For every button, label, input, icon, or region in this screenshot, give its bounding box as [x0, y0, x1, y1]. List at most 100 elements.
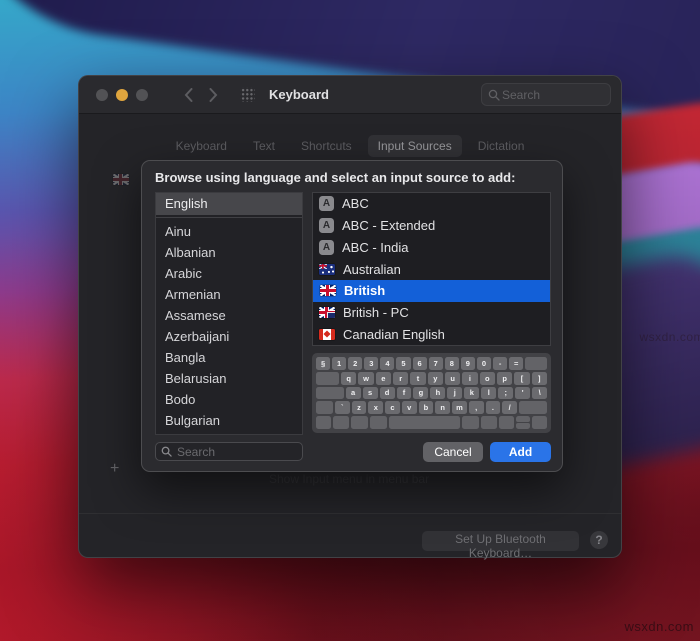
chevron-right-icon [209, 87, 218, 102]
input-source-item-abc-extended[interactable]: A ABC - Extended [313, 215, 550, 237]
keyboard-key [532, 416, 548, 429]
forward-button[interactable] [209, 87, 218, 102]
keyboard-key [316, 386, 344, 400]
language-item-english[interactable]: English [156, 193, 302, 215]
abc-icon: A [319, 239, 334, 255]
cancel-button[interactable]: Cancel [423, 442, 483, 462]
keyboard-key: , [468, 401, 484, 415]
show-all-grid-icon[interactable] [240, 87, 255, 102]
back-button[interactable] [184, 87, 193, 102]
dialog-search-field[interactable] [155, 442, 303, 461]
chevron-left-icon [184, 87, 193, 102]
language-item-arabic[interactable]: Arabic [156, 263, 302, 284]
help-button[interactable]: ? [590, 531, 608, 549]
keyboard-key: o [479, 371, 495, 385]
keyboard-key [519, 401, 548, 415]
language-item-bulgarian[interactable]: Bulgarian [156, 410, 302, 431]
language-item-ainu[interactable]: Ainu [156, 221, 302, 242]
keyboard-key: k [464, 386, 480, 400]
add-button[interactable]: Add [490, 442, 551, 462]
keyboard-key: 5 [396, 357, 411, 370]
keyboard-key: 6 [412, 357, 427, 370]
keyboard-key: e [375, 371, 391, 385]
input-source-item-canadian-english[interactable]: Canadian English [313, 323, 550, 345]
keyboard-row: q w e r t y u i o p[] [316, 371, 547, 385]
input-source-item-abc[interactable]: A ABC [313, 193, 550, 215]
keyboard-key: ; [498, 386, 514, 400]
titlebar-search-field[interactable] [481, 83, 611, 106]
close-button[interactable] [96, 88, 108, 101]
keyboard-key [481, 416, 497, 429]
keyboard-key: v [401, 401, 417, 415]
window-title: Keyboard [269, 87, 329, 102]
search-icon [161, 446, 172, 457]
keyboard-key: - [493, 357, 508, 370]
flag-ca-icon [319, 328, 335, 340]
keyboard-key: 4 [380, 357, 395, 370]
keyboard-key: c [385, 401, 400, 415]
keyboard-key: j [447, 386, 463, 400]
dimmed-flag-icon [113, 174, 129, 185]
keyboard-key [370, 416, 388, 429]
flag-au-icon [319, 263, 335, 275]
title-bar: Keyboard [79, 76, 621, 114]
language-list: English Ainu Albanian Arabic Armenian Assames… [155, 192, 303, 435]
tab-bar: Keyboard Text Shortcuts Input Sources Dictat… [79, 134, 621, 158]
input-source-item-british[interactable]: British [313, 279, 550, 302]
language-item-assamese[interactable]: Assamese [156, 305, 302, 326]
search-icon [488, 89, 500, 101]
keyboard-key [316, 371, 339, 385]
footer-divider [79, 513, 621, 514]
keyboard-key: w [358, 371, 374, 385]
keyboard-key: i [462, 371, 478, 385]
titlebar-search-input[interactable] [500, 86, 604, 103]
input-source-item-abc-india[interactable]: A ABC - India [313, 236, 550, 258]
zoom-button[interactable] [136, 88, 148, 101]
keyboard-key: 8 [444, 357, 459, 370]
keyboard-key: p [496, 371, 513, 385]
language-item-belarusian[interactable]: Belarusian [156, 368, 302, 389]
keyboard-key: f [396, 386, 412, 400]
input-source-label: Australian [343, 261, 401, 277]
language-list-divider [156, 217, 302, 218]
keyboard-key: m [452, 401, 467, 415]
keyboard-key: [ [514, 371, 530, 385]
keyboard-key [316, 401, 333, 415]
keyboard-key: l [481, 386, 497, 400]
keyboard-key: ] [531, 371, 547, 385]
input-source-label: ABC [342, 196, 369, 212]
tab-input-sources[interactable]: Input Sources [367, 135, 462, 157]
input-source-label: Canadian English [343, 326, 445, 342]
language-item-azerbaijani[interactable]: Azerbaijani [156, 326, 302, 347]
tab-text[interactable]: Text [243, 135, 285, 157]
keyboard-key: = [509, 357, 524, 370]
input-source-label: British [344, 283, 386, 299]
language-item-bangla[interactable]: Bangla [156, 347, 302, 368]
keyboard-row: ` z x c v b n m,. / [316, 401, 548, 415]
keyboard-key [350, 416, 369, 429]
keyboard-key: / [502, 401, 518, 415]
minimize-button[interactable] [116, 88, 128, 101]
keyboard-key: u [444, 371, 461, 385]
input-source-item-british-pc[interactable]: British - PC [313, 302, 550, 324]
language-item-armenian[interactable]: Armenian [156, 284, 302, 305]
tab-keyboard[interactable]: Keyboard [166, 135, 237, 157]
tab-dictation[interactable]: Dictation [468, 135, 535, 157]
dialog-search-input[interactable] [175, 443, 297, 460]
keyboard-key: 7 [428, 357, 443, 370]
input-source-item-australian[interactable]: Australian [313, 258, 550, 280]
keyboard-key: 2 [348, 357, 363, 370]
keyboard-key: r [392, 371, 409, 385]
setup-bluetooth-keyboard-button[interactable]: Set Up Bluetooth Keyboard… [422, 531, 579, 560]
input-source-label: British - PC [343, 304, 409, 320]
keyboard-key: \ [532, 386, 548, 400]
keyboard-key: d [379, 386, 395, 400]
add-input-source-button[interactable]: + [110, 460, 119, 478]
keyboard-key [316, 416, 332, 429]
dialog-title: Browse using language and select an inpu… [155, 170, 516, 185]
language-item-bodo[interactable]: Bodo [156, 389, 302, 410]
input-source-list: A ABC A ABC - Extended A ABC - India Australia… [312, 192, 551, 346]
language-item-albanian[interactable]: Albanian [156, 242, 302, 263]
tab-shortcuts[interactable]: Shortcuts [291, 135, 362, 157]
keyboard-key [462, 416, 480, 429]
